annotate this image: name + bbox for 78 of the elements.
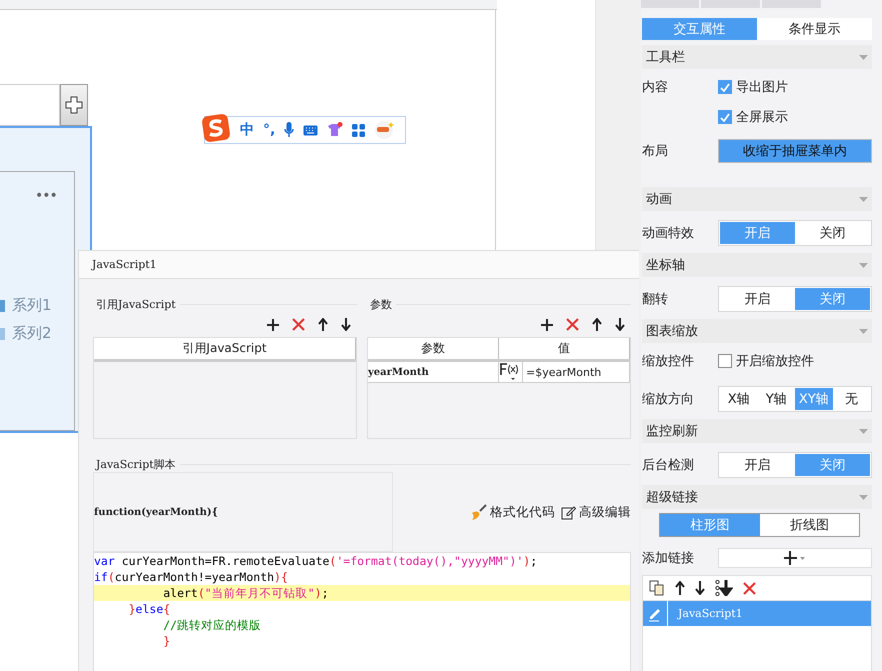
formula-icon[interactable] (499, 362, 519, 382)
code-line: if(curYearMonth!=yearMonth){ (94, 569, 289, 585)
checkbox[interactable] (718, 110, 732, 124)
code-line: //跳转对应的模版 (162, 617, 262, 633)
row-label: 后台检测 (642, 457, 695, 474)
brush-icon (470, 504, 487, 520)
down-arrow-icon[interactable] (695, 581, 705, 595)
section-title: JavaScript脚本 (96, 457, 176, 472)
chart-tab[interactable]: 折线图 (760, 514, 859, 536)
format-code-button[interactable]: 格式化代码 (470, 504, 555, 520)
param-name-cell: yearMonth (368, 362, 499, 382)
section-header[interactable]: 工具栏 (642, 45, 872, 69)
row-label: 添加链接 (642, 550, 695, 567)
section-header[interactable]: 图表缩放 (642, 319, 872, 343)
code-line: }else{ (128, 601, 172, 617)
add-button[interactable] (60, 84, 88, 126)
column-header: 参数 (368, 338, 499, 359)
shirt-icon[interactable] (327, 122, 344, 138)
section-title: 引用JavaScript (96, 297, 176, 312)
up-arrow-icon[interactable] (675, 581, 685, 595)
copy-icon[interactable] (649, 580, 665, 596)
row-label: 内容 (642, 79, 669, 96)
link-name: JavaScript1 (676, 607, 743, 620)
dialog-title: JavaScript1 (92, 258, 157, 271)
add-icon[interactable] (541, 318, 553, 330)
grid-icon[interactable] (352, 124, 366, 136)
section-title: 图表缩放 (646, 323, 698, 340)
checkbox[interactable] (718, 80, 732, 94)
row-label: 翻转 (642, 291, 669, 308)
code-line: } (162, 633, 172, 649)
up-arrow-icon[interactable] (318, 318, 328, 331)
edit-icon (561, 504, 576, 520)
advanced-edit-button[interactable]: 高级编辑 (561, 504, 631, 520)
up-arrow-icon[interactable] (592, 318, 602, 331)
legend-label: 系列2 (12, 324, 52, 343)
section-header[interactable]: 超级链接 (642, 485, 872, 509)
checkbox-label: 开启缩放控件 (736, 353, 814, 370)
more-menu[interactable]: ••• (35, 188, 57, 204)
mascot-icon[interactable] (374, 120, 394, 140)
section-title: 监控刷新 (646, 423, 698, 440)
checkbox[interactable] (718, 354, 732, 368)
row-label: 动画特效 (642, 225, 695, 242)
code-editor[interactable]: var curYearMonth=FR.remoteEvaluate('=format(today(),"yyyyMM")'); if(curYearMonth!=yearMonth){ alert("当前年月不可钻取"); }else{ //跳转对应的模版 } (93, 552, 631, 671)
ime-punctuation[interactable]: °, (263, 122, 276, 138)
column-header: 引用JavaScript (94, 338, 356, 359)
row-label: 缩放方向 (642, 391, 695, 408)
section-title: 超级链接 (646, 489, 698, 506)
microphone-icon[interactable] (284, 122, 294, 138)
down-arrow-icon[interactable] (615, 318, 625, 331)
text-field[interactable] (0, 84, 60, 126)
mode-tab[interactable]: 条件显示 (757, 18, 872, 40)
checkbox-label: 全屏展示 (736, 109, 788, 126)
plus-icon (65, 96, 83, 114)
column-header: 值 (499, 338, 630, 359)
section-title: 工具栏 (646, 49, 685, 66)
layout-dropdown[interactable]: 收缩于抽屉菜单内 (718, 139, 872, 163)
section-title: 坐标轴 (646, 257, 685, 274)
add-dropdown-icon (784, 551, 806, 565)
ime-mode[interactable]: 中 (240, 121, 254, 139)
add-icon[interactable] (267, 318, 279, 330)
legend-label: 系列1 (12, 296, 52, 315)
function-signature: function(yearMonth){ (93, 472, 393, 552)
delete-icon[interactable] (743, 582, 756, 594)
code-line: var curYearMonth=FR.remoteEvaluate('=format(today(),"yyyyMM")'); (94, 553, 538, 569)
keyboard-icon[interactable] (303, 124, 318, 136)
section-title: 动画 (646, 191, 672, 208)
move-to-bottom-icon[interactable] (715, 580, 733, 596)
checkbox-label: 导出图片 (736, 79, 788, 96)
delete-icon[interactable] (566, 318, 579, 331)
section-title: 参数 (370, 297, 392, 312)
delete-icon[interactable] (292, 318, 305, 331)
section-header[interactable]: 动画 (642, 187, 872, 211)
section-header[interactable]: 坐标轴 (642, 253, 872, 277)
ime-logo-icon[interactable] (201, 113, 231, 143)
row-label: 布局 (642, 143, 669, 160)
down-arrow-icon[interactable] (341, 318, 351, 331)
row-label: 缩放控件 (642, 353, 695, 370)
section-header[interactable]: 监控刷新 (642, 419, 872, 443)
